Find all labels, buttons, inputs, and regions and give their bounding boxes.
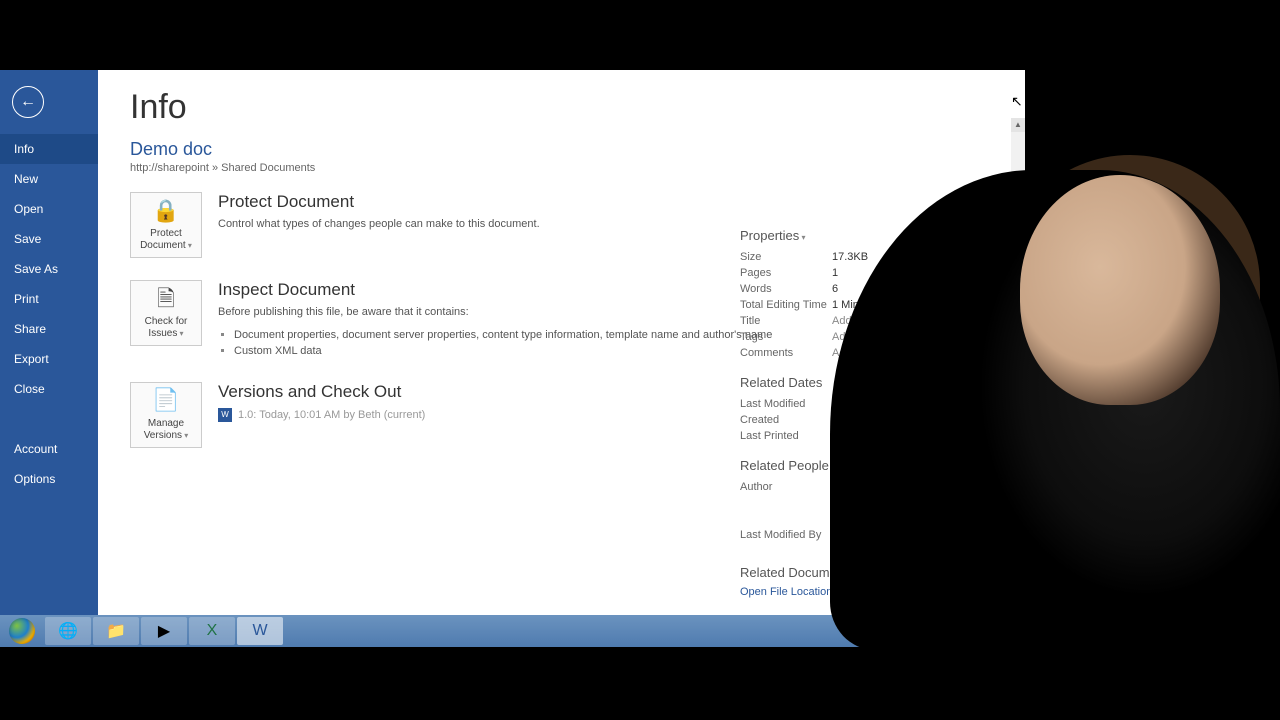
inspect-bullet: Custom XML data <box>234 343 772 360</box>
document-title: Demo doc <box>130 139 993 160</box>
protect-description: Control what types of changes people can… <box>218 216 540 233</box>
property-value: 17.3KB <box>832 251 868 263</box>
taskbar-word[interactable]: W <box>237 617 283 645</box>
manage-versions-button[interactable]: 📄 Manage Versions <box>130 382 202 448</box>
protect-document-button[interactable]: 🔒 Protect Document <box>130 192 202 258</box>
presenter-overlay <box>1020 175 1220 405</box>
backstage-sidebar: ← InfoNewOpenSaveSave AsPrintShareExport… <box>0 70 98 615</box>
back-arrow-icon: ← <box>20 93 36 111</box>
protect-heading: Protect Document <box>218 192 540 212</box>
inspect-icon: 🗎 <box>157 286 175 312</box>
back-button[interactable]: ← <box>12 86 44 118</box>
nav-save[interactable]: Save <box>0 224 98 254</box>
lock-icon: 🔒 <box>152 198 179 224</box>
last-modified-by-label: Last Modified By <box>740 529 832 541</box>
taskbar-explorer[interactable]: 📁 <box>93 617 139 645</box>
inspect-description: Before publishing this file, be aware th… <box>218 304 772 321</box>
property-key: Total Editing Time <box>740 299 832 311</box>
inspect-heading: Inspect Document <box>218 280 772 300</box>
date-key: Last Printed <box>740 430 832 442</box>
windows-taskbar: 🌐 📁 ▶ X W 🔊 10:01 12/16 <box>0 615 955 647</box>
property-key: Words <box>740 283 832 295</box>
property-key: Size <box>740 251 832 263</box>
nav-info[interactable]: Info <box>0 134 98 164</box>
scroll-up-icon[interactable]: ▲ <box>1011 118 1025 132</box>
versions-icon: 📄 <box>152 387 179 413</box>
taskbar-ie[interactable]: 🌐 <box>45 617 91 645</box>
nav-open[interactable]: Open <box>0 194 98 224</box>
property-key: Pages <box>740 267 832 279</box>
nav-new[interactable]: New <box>0 164 98 194</box>
word-doc-icon: W <box>218 408 232 422</box>
nav-options[interactable]: Options <box>0 464 98 494</box>
property-key: Title <box>740 315 832 327</box>
nav-export[interactable]: Export <box>0 344 98 374</box>
property-key: Tags <box>740 331 832 343</box>
nav-close[interactable]: Close <box>0 374 98 404</box>
windows-orb-icon <box>9 618 35 644</box>
version-entry[interactable]: W 1.0: Today, 10:01 AM by Beth (current) <box>218 408 425 422</box>
author-label: Author <box>740 481 832 493</box>
property-key: Comments <box>740 347 832 359</box>
property-value: 6 <box>832 283 838 295</box>
nav-print[interactable]: Print <box>0 284 98 314</box>
document-path: http://sharepoint » Shared Documents <box>130 162 993 174</box>
inspect-bullet: Document properties, document server pro… <box>234 327 772 344</box>
property-value: 1 <box>832 267 838 279</box>
date-key: Last Modified <box>740 398 832 410</box>
nav-account[interactable]: Account <box>0 434 98 464</box>
nav-save-as[interactable]: Save As <box>0 254 98 284</box>
page-title: Info <box>130 88 993 127</box>
check-for-issues-button[interactable]: 🗎 Check for Issues <box>130 280 202 346</box>
taskbar-media[interactable]: ▶ <box>141 617 187 645</box>
start-button[interactable] <box>0 615 44 647</box>
date-key: Created <box>740 414 832 426</box>
nav-share[interactable]: Share <box>0 314 98 344</box>
versions-heading: Versions and Check Out <box>218 382 425 402</box>
taskbar-excel[interactable]: X <box>189 617 235 645</box>
